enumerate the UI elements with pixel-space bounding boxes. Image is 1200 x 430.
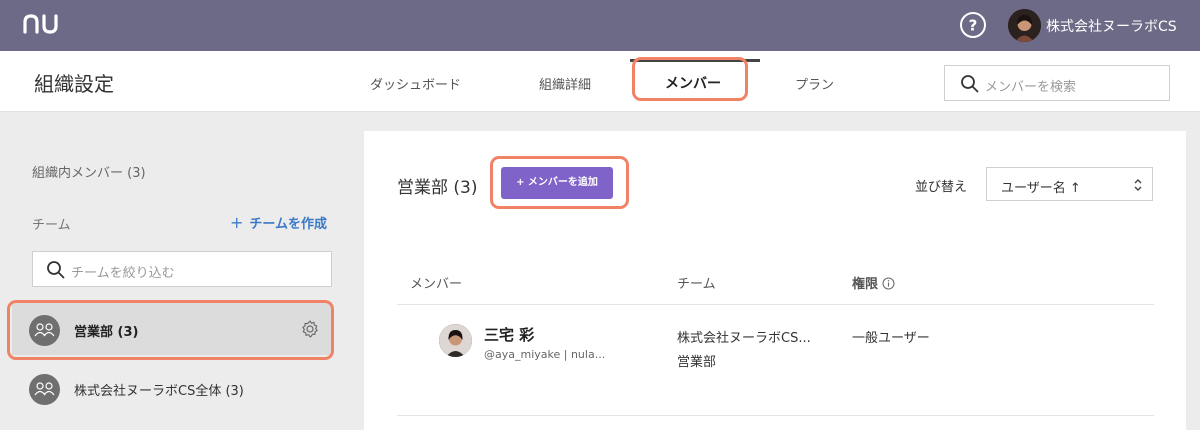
team-group-icon [29, 374, 60, 405]
sort-select[interactable]: ユーザー名 ↑ [986, 167, 1153, 201]
team-filter-placeholder: チームを絞り込む [71, 266, 175, 281]
role-header-label: 権限 [852, 277, 879, 292]
sort-value: ユーザー名 ↑ [1001, 181, 1081, 196]
table-divider [397, 304, 1154, 305]
member-role: 一般ユーザー [852, 331, 930, 346]
search-icon [47, 261, 65, 279]
nulab-logo[interactable] [22, 10, 62, 38]
member-id: @aya_miyake | nula... [484, 348, 606, 361]
sales-team-highlight [7, 300, 334, 360]
member-team-sales: 営業部 [677, 355, 717, 370]
member-name[interactable]: 三宅 彩 [484, 324, 534, 345]
svg-text:?: ? [969, 17, 978, 35]
org-name[interactable]: 株式会社ヌーラボCS [1046, 16, 1177, 36]
create-team-label: チームを作成 [249, 217, 328, 232]
sort-label: 並び替え [915, 180, 968, 195]
plus-icon: + [230, 213, 244, 232]
select-arrows-icon [1134, 179, 1142, 191]
create-team-button[interactable]: + チームを作成 [230, 213, 327, 232]
tab-dashboard[interactable]: ダッシュボード [370, 74, 461, 93]
top-bar: ? 株式会社ヌーラボCS [0, 0, 1200, 51]
column-header-role: 権限 [852, 273, 895, 292]
member-avatar [439, 324, 472, 357]
search-icon [961, 75, 979, 93]
column-header-team: チーム [677, 277, 716, 292]
header: 組織設定 ダッシュボード 組織詳細 メンバー プラン メンバーを検索 [0, 51, 1200, 112]
team-members-panel: 営業部 (3) + メンバーを追加 並び替え ユーザー名 ↑ メンバー チーム … [364, 131, 1186, 430]
team-name: 株式会社ヌーラボCS全体 (3) [74, 384, 244, 399]
member-team-org: 株式会社ヌーラボCS... [677, 331, 811, 346]
team-section-label: チーム [32, 218, 71, 233]
tab-members-highlight [632, 57, 748, 101]
table-divider [397, 415, 1154, 416]
user-avatar[interactable] [1008, 9, 1041, 42]
org-members-link[interactable]: 組織内メンバー (3) [32, 162, 146, 181]
sidebar-item-all-company-team[interactable]: 株式会社ヌーラボCS全体 (3) [12, 362, 332, 414]
team-filter-input[interactable]: チームを絞り込む [32, 251, 332, 287]
page-title: 組織設定 [34, 72, 114, 96]
member-search-input[interactable]: メンバーを検索 [944, 65, 1170, 101]
column-header-member[interactable]: メンバー [410, 273, 462, 292]
team-title: 営業部 (3) [397, 178, 478, 198]
help-icon[interactable]: ? [958, 10, 988, 40]
search-placeholder: メンバーを検索 [985, 80, 1077, 95]
info-icon[interactable] [882, 277, 895, 290]
add-member-highlight [490, 156, 629, 209]
tab-plan[interactable]: プラン [795, 74, 834, 93]
tab-org-details[interactable]: 組織詳細 [539, 74, 591, 93]
